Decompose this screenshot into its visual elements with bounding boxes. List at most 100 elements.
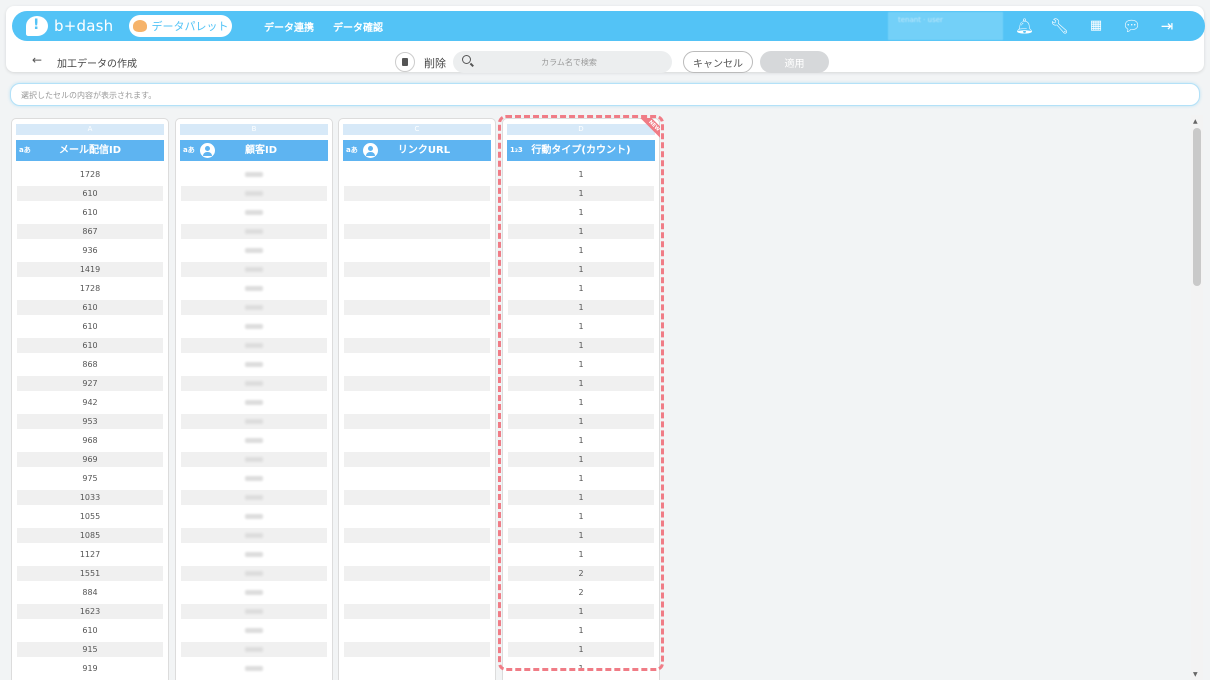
table-cell[interactable] [344,564,490,583]
table-cell[interactable]: 1 [508,488,654,507]
table-cell[interactable] [181,336,327,355]
table-cell[interactable] [181,165,327,184]
table-cell[interactable]: 1127 [17,545,163,564]
table-cell[interactable]: 2 [508,583,654,602]
logo[interactable]: b+dash [26,15,113,37]
table-cell[interactable] [344,260,490,279]
table-cell[interactable] [344,412,490,431]
table-cell[interactable] [344,450,490,469]
wrench-icon[interactable]: 🔧︎ [1050,17,1069,35]
table-cell[interactable]: 1 [508,450,654,469]
table-cell[interactable]: 1 [508,222,654,241]
table-cell[interactable]: 1 [508,355,654,374]
column-header[interactable]: aあ 顧客ID [180,140,328,161]
table-cell[interactable] [181,507,327,526]
table-cell[interactable] [181,526,327,545]
table-cell[interactable] [344,507,490,526]
table-cell[interactable] [344,602,490,621]
table-cell[interactable] [344,184,490,203]
table-cell[interactable]: 942 [17,393,163,412]
table-cell[interactable] [181,583,327,602]
table-cell[interactable] [344,621,490,640]
table-cell[interactable] [344,659,490,678]
table-cell[interactable] [344,355,490,374]
grid-icon[interactable]: ▦ [1087,17,1105,35]
table-cell[interactable]: 1551 [17,564,163,583]
vertical-scrollbar[interactable]: ▲ ▼ [1191,115,1203,680]
table-cell[interactable]: 610 [17,621,163,640]
table-cell[interactable]: 919 [17,659,163,678]
table-cell[interactable] [344,640,490,659]
table-cell[interactable] [181,564,327,583]
table-cell[interactable] [344,374,490,393]
table-cell[interactable] [344,298,490,317]
table-cell[interactable] [344,393,490,412]
table-cell[interactable] [181,488,327,507]
table-cell[interactable] [181,184,327,203]
table-cell[interactable] [181,222,327,241]
table-cell[interactable]: 1 [508,393,654,412]
table-cell[interactable]: 868 [17,355,163,374]
table-cell[interactable] [344,222,490,241]
search-input[interactable] [479,54,659,70]
table-cell[interactable]: 884 [17,583,163,602]
chevron-down-icon[interactable]: ⌄ [21,90,1183,99]
table-cell[interactable]: 1 [508,184,654,203]
table-cell[interactable] [344,526,490,545]
table-cell[interactable] [344,317,490,336]
table-cell[interactable] [181,279,327,298]
table-cell[interactable]: 953 [17,412,163,431]
apply-button[interactable]: 適用 [760,51,829,73]
nav-data-integration[interactable]: データ連携 [264,19,314,34]
table-cell[interactable]: 610 [17,317,163,336]
scroll-thumb[interactable] [1193,128,1201,286]
table-cell[interactable]: 1728 [17,165,163,184]
table-cell[interactable] [181,602,327,621]
table-cell[interactable]: 915 [17,640,163,659]
delete-label[interactable]: 削除 [424,55,446,71]
table-cell[interactable] [344,203,490,222]
table-cell[interactable]: 1 [508,545,654,564]
table-cell[interactable]: 968 [17,431,163,450]
table-cell[interactable]: 969 [17,450,163,469]
table-cell[interactable] [344,469,490,488]
table-cell[interactable]: 610 [17,184,163,203]
table-cell[interactable]: 610 [17,336,163,355]
table-cell[interactable]: 1 [508,279,654,298]
column-letter[interactable]: B [180,124,328,135]
column-header[interactable]: aあ メール配信ID [16,140,164,161]
table-cell[interactable] [344,336,490,355]
table-cell[interactable]: 1 [508,602,654,621]
column-letter[interactable]: C [343,124,491,135]
table-cell[interactable] [181,640,327,659]
table-cell[interactable]: 927 [17,374,163,393]
table-cell[interactable]: 975 [17,469,163,488]
table-cell[interactable] [181,298,327,317]
table-cell[interactable]: 1728 [17,279,163,298]
table-cell[interactable]: 1 [508,526,654,545]
table-cell[interactable]: 1623 [17,602,163,621]
table-cell[interactable] [344,431,490,450]
table-cell[interactable] [181,241,327,260]
logout-icon[interactable]: ⇥ [1158,17,1176,35]
table-cell[interactable] [181,203,327,222]
table-cell[interactable]: 1 [508,659,654,678]
table-cell[interactable]: 1 [508,412,654,431]
scroll-down-arrow[interactable]: ▼ [1193,671,1198,678]
chat-icon[interactable]: 💬︎ [1122,17,1141,35]
table-cell[interactable]: 610 [17,203,163,222]
table-cell[interactable]: 1 [508,260,654,279]
table-cell[interactable] [181,317,327,336]
table-cell[interactable] [344,545,490,564]
table-cell[interactable] [344,488,490,507]
column-header[interactable]: 1₂3 行動タイプ(カウント) [507,140,655,161]
table-cell[interactable]: 867 [17,222,163,241]
table-cell[interactable]: 1 [508,469,654,488]
table-cell[interactable] [181,659,327,678]
table-cell[interactable] [181,469,327,488]
table-cell[interactable]: 610 [17,298,163,317]
table-cell[interactable]: 1055 [17,507,163,526]
table-cell[interactable]: 936 [17,241,163,260]
table-cell[interactable] [181,374,327,393]
table-cell[interactable]: 1 [508,203,654,222]
